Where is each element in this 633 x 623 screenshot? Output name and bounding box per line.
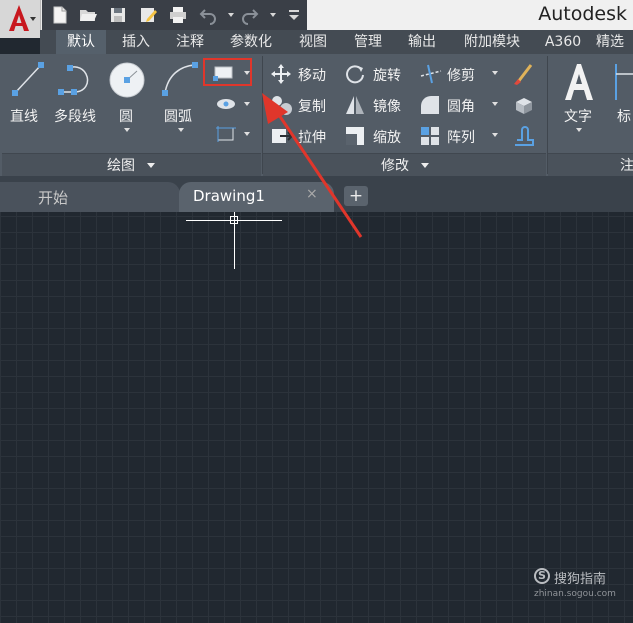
- application-menu-button[interactable]: [0, 0, 41, 38]
- dimension-label: 标: [617, 109, 631, 125]
- redo-icon[interactable]: [240, 5, 260, 25]
- undo-icon[interactable]: [198, 5, 218, 25]
- trim-icon[interactable]: [419, 63, 443, 85]
- fillet-dropdown-icon[interactable]: [492, 102, 498, 106]
- autocad-logo-icon: [9, 5, 29, 31]
- open-icon[interactable]: [78, 5, 98, 25]
- undo-dropdown-icon[interactable]: [228, 13, 234, 17]
- drawing-canvas[interactable]: [0, 212, 633, 623]
- boundary-dropdown-icon[interactable]: [244, 132, 250, 136]
- watermark-url: zhinan.sogou.com: [534, 589, 616, 599]
- tab-addins[interactable]: 附加模块: [452, 30, 532, 54]
- line-label: 直线: [10, 109, 38, 125]
- tab-annotate[interactable]: 注释: [164, 30, 216, 54]
- arc-icon[interactable]: [160, 60, 200, 98]
- crosshair-pickbox: [230, 216, 238, 224]
- tab-featured[interactable]: 精选: [596, 30, 633, 54]
- rotate-label[interactable]: 旋转: [373, 65, 401, 85]
- boundary-icon[interactable]: [214, 124, 238, 144]
- fillet-icon[interactable]: [419, 94, 441, 116]
- stretch-icon[interactable]: [270, 125, 294, 147]
- line-icon[interactable]: [10, 60, 46, 98]
- scale-label[interactable]: 缩放: [373, 127, 401, 147]
- array-label[interactable]: 阵列: [447, 127, 475, 147]
- text-icon[interactable]: [561, 60, 597, 104]
- rotate-icon[interactable]: [344, 63, 366, 85]
- rectangle-tool-highlight: [203, 58, 252, 86]
- text-label: 文字: [564, 109, 592, 125]
- move-label[interactable]: 移动: [298, 65, 326, 85]
- circle-label: 圆: [119, 109, 133, 125]
- dimension-icon[interactable]: [612, 60, 633, 104]
- mirror-icon[interactable]: [344, 94, 366, 116]
- copy-icon[interactable]: [270, 94, 294, 116]
- polyline-icon[interactable]: [56, 60, 100, 98]
- tab-start[interactable]: [0, 182, 180, 212]
- quick-access-toolbar: [42, 0, 307, 30]
- draw-panel-expand-icon[interactable]: [147, 163, 155, 168]
- tab-parametric[interactable]: 参数化: [218, 30, 284, 54]
- save-as-icon[interactable]: [138, 5, 158, 25]
- sogou-logo-icon: S: [534, 568, 550, 584]
- explode-icon[interactable]: [512, 94, 536, 116]
- array-dropdown-icon[interactable]: [492, 133, 498, 137]
- array-icon[interactable]: [419, 125, 441, 147]
- tab-insert[interactable]: 插入: [110, 30, 162, 54]
- ribbon-tab-bar: 默认 插入 注释 参数化 视图 管理 输出 附加模块 A360 精选: [40, 30, 633, 54]
- annotation-panel-title: 注: [620, 158, 633, 174]
- app-title: Autodesk: [538, 3, 627, 25]
- tab-output[interactable]: 输出: [396, 30, 448, 54]
- tab-drawing1-label: Drawing1: [193, 187, 265, 205]
- stretch-label[interactable]: 拉伸: [298, 127, 326, 147]
- tab-manage[interactable]: 管理: [342, 30, 394, 54]
- tab-default[interactable]: 默认: [56, 30, 106, 54]
- erase-icon[interactable]: [512, 62, 534, 86]
- copy-label[interactable]: 复制: [298, 96, 326, 116]
- hatch-icon[interactable]: [214, 95, 238, 113]
- scale-icon[interactable]: [344, 125, 366, 147]
- chevron-down-icon: [30, 17, 36, 21]
- circle-dropdown-icon[interactable]: [124, 128, 130, 132]
- trim-dropdown-icon[interactable]: [492, 71, 498, 75]
- window-title-area: Autodesk: [307, 0, 633, 30]
- arc-dropdown-icon[interactable]: [178, 128, 184, 132]
- modify-panel-title: 修改: [381, 158, 409, 174]
- offset-icon[interactable]: [512, 125, 536, 147]
- tab-a360[interactable]: A360: [536, 30, 590, 54]
- tab-start-label: 开始: [38, 189, 69, 207]
- new-icon[interactable]: [50, 5, 70, 25]
- save-icon[interactable]: [108, 5, 128, 25]
- qat-dropdown-icon[interactable]: [284, 5, 304, 25]
- new-tab-button[interactable]: +: [344, 186, 368, 206]
- draw-panel-title: 绘图: [107, 158, 135, 174]
- move-icon[interactable]: [270, 63, 292, 85]
- redo-dropdown-icon[interactable]: [270, 13, 276, 17]
- close-icon[interactable]: ×: [306, 186, 318, 202]
- polyline-label: 多段线: [54, 109, 96, 125]
- mirror-label[interactable]: 镜像: [373, 96, 401, 116]
- arc-label: 圆弧: [164, 109, 192, 125]
- modify-panel-expand-icon[interactable]: [421, 163, 429, 168]
- hatch-dropdown-icon[interactable]: [244, 102, 250, 106]
- trim-label[interactable]: 修剪: [447, 65, 475, 85]
- circle-icon[interactable]: [107, 60, 147, 100]
- text-dropdown-icon[interactable]: [576, 128, 582, 132]
- tab-view[interactable]: 视图: [288, 30, 338, 54]
- watermark-name: 搜狗指南: [554, 572, 607, 587]
- print-icon[interactable]: [168, 5, 188, 25]
- fillet-label[interactable]: 圆角: [447, 96, 475, 116]
